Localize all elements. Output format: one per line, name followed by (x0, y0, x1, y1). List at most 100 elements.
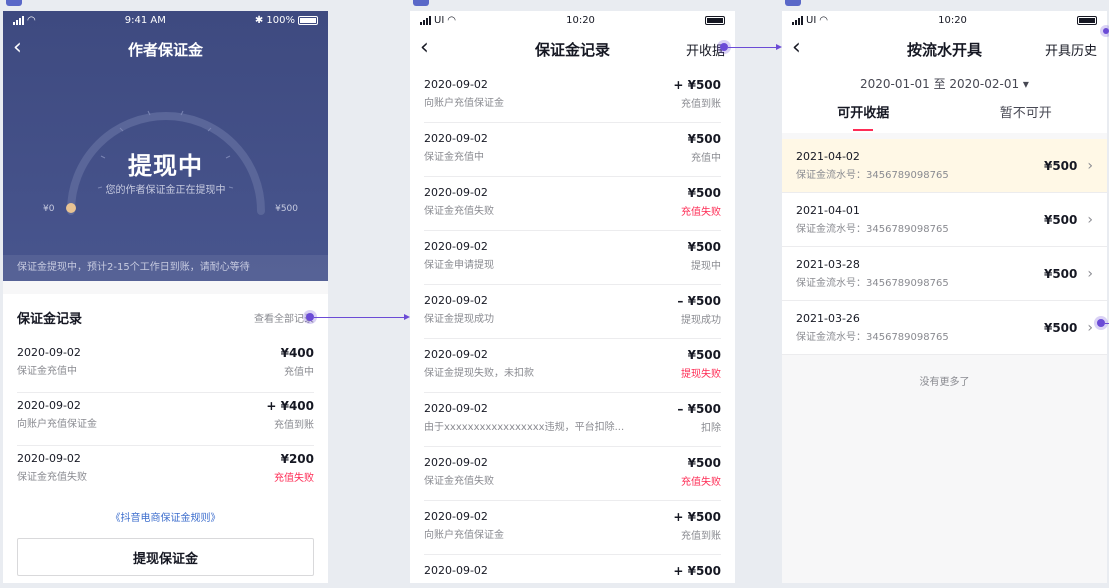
record-row[interactable]: 2020-09-02 保证金充值中 ¥500 充值中 (424, 123, 721, 177)
record-row[interactable]: 2020-09-02 由于xxxxxxxxxxxxxxxxx违规，平台扣除... –… (424, 393, 721, 447)
transaction-amount: ¥500 (1043, 158, 1078, 173)
battery-icon (1077, 15, 1097, 25)
record-desc: 保证金提现失败，未扣款 (424, 368, 534, 379)
gauge-knob (66, 203, 76, 213)
transaction-date: 2021-04-02 (796, 150, 860, 163)
record-status: 提现失败 (681, 369, 721, 380)
record-desc: 保证金充值失败 (424, 476, 494, 487)
transaction-row[interactable]: 2021-03-28 保证金流水号：3456789098765 ¥500 › (782, 247, 1107, 301)
artboard-marker (413, 0, 429, 6)
record-row[interactable]: 2020-09-02 保证金充值失败 ¥500 充值失败 (424, 447, 721, 501)
chevron-right-icon: › (1087, 265, 1093, 282)
record-amount: – ¥500 (677, 402, 721, 416)
transaction-serial: 保证金流水号：3456789098765 (796, 224, 949, 235)
receipt-tabs: 可开收据 暂不可开 (782, 99, 1107, 133)
date-range-picker[interactable]: 2020-01-01 至 2020-02-01 ▾ (782, 69, 1107, 99)
back-icon[interactable]: ‹ (420, 35, 440, 61)
status-bar: UI ◠ 10:20 (410, 11, 735, 29)
transaction-list: 2021-04-02 保证金流水号：3456789098765 ¥500 › 2021-… (782, 139, 1107, 355)
gauge-min-label: ¥0 (43, 204, 55, 214)
record-date: 2020-09-02 (424, 348, 488, 361)
record-amount: + ¥500 (673, 564, 721, 578)
back-icon[interactable]: ‹ (792, 35, 812, 61)
record-row[interactable]: 2020-09-02 保证金充值中 ¥400 充值中 (17, 340, 314, 393)
record-desc: 向账户充值保证金 (424, 98, 504, 109)
transaction-serial: 保证金流水号：3456789098765 (796, 278, 949, 289)
carrier-name: UI (434, 14, 445, 26)
connector-dot (1103, 28, 1109, 34)
wifi-icon: ◠ (447, 14, 457, 26)
transaction-date: 2021-03-26 (796, 312, 860, 325)
record-date: 2020-09-02 (424, 402, 488, 415)
record-row[interactable]: 2020-09-02 保证金充值失败 ¥200 充值失败 (17, 446, 314, 499)
status-bar: ◠ 9:41 AM ✱ 100% (3, 11, 328, 29)
view-all-records-link[interactable]: 查看全部记录 (254, 310, 314, 325)
record-date: 2020-09-02 (424, 132, 488, 145)
issue-history-button[interactable]: 开具历史 (1045, 40, 1097, 59)
issue-receipt-button[interactable]: 开收据 (686, 40, 725, 59)
transaction-serial: 保证金流水号：3456789098765 (796, 170, 949, 181)
transaction-date: 2021-04-01 (796, 204, 860, 217)
artboard-marker (6, 0, 22, 6)
record-amount: + ¥500 (673, 510, 721, 524)
gauge-max-label: ¥500 (275, 204, 298, 214)
artboard-marker (785, 0, 801, 6)
wifi-icon: ◠ (27, 14, 36, 26)
record-date: 2020-09-02 (424, 78, 488, 91)
tab-unavailable[interactable]: 暂不可开 (945, 99, 1108, 133)
record-row[interactable]: 2020-09-02 向账户充值保证金 + ¥500 充值到账 (424, 501, 721, 555)
record-status: 提现中 (691, 261, 721, 272)
record-date: 2020-09-02 (424, 510, 488, 523)
wifi-icon: ◠ (819, 14, 829, 26)
record-status: 充值中 (691, 153, 721, 164)
transaction-amount: ¥500 (1043, 212, 1078, 227)
tab-available[interactable]: 可开收据 (782, 99, 945, 133)
record-amount: ¥500 (687, 240, 721, 254)
transaction-row[interactable]: 2021-04-02 保证金流水号：3456789098765 ¥500 › (782, 139, 1107, 193)
records-list: 2020-09-02 向账户充值保证金 + ¥500 充值到账 2020-09-02 保证… (410, 69, 735, 583)
record-date: 2020-09-02 (424, 186, 488, 199)
record-row[interactable]: 2020-09-02 保证金充值失败 ¥500 充值失败 (424, 177, 721, 231)
records-title: 保证金记录 (17, 311, 83, 327)
deposit-rules-link[interactable]: 《抖音电商保证金规则》 (17, 509, 314, 524)
gauge-subtitle: 您的作者保证金正在提现中 (105, 185, 226, 196)
signal-icon (13, 15, 24, 25)
record-status: 充值到账 (681, 531, 721, 542)
signal-icon (792, 15, 803, 25)
record-row[interactable]: 2020-09-02 保证金申请提现 ¥500 提现中 (424, 231, 721, 285)
record-desc: 保证金申请提现 (424, 260, 494, 271)
record-row[interactable]: 2020-09-02 + ¥500 (424, 555, 721, 583)
connector-arrow (776, 44, 782, 50)
back-icon[interactable]: ‹ (13, 35, 33, 61)
records-card: 保证金记录 查看全部记录 2020-09-02 保证金充值中 ¥400 充值中 20… (3, 294, 328, 583)
gauge-status: 提现中 (128, 152, 203, 180)
connector-line (728, 47, 776, 48)
transaction-date: 2021-03-28 (796, 258, 860, 271)
battery-percent: ✱ 100% (254, 14, 295, 26)
withdraw-hero: ◠ 9:41 AM ✱ 100% ‹ 作者保证金 提现中 您的作者保证金正在提现… (3, 11, 328, 281)
battery-icon (298, 15, 318, 25)
transaction-amount: ¥500 (1043, 320, 1078, 335)
record-row[interactable]: 2020-09-02 向账户充值保证金 + ¥400 充值到账 (17, 393, 314, 446)
record-status: 充值失败 (681, 477, 721, 488)
record-row[interactable]: 2020-09-02 保证金提现成功 – ¥500 提现成功 (424, 285, 721, 339)
no-more-text: 没有更多了 (919, 377, 970, 388)
record-date: 2020-09-02 (424, 240, 488, 253)
transaction-row[interactable]: 2021-04-01 保证金流水号：3456789098765 ¥500 › (782, 193, 1107, 247)
transaction-row[interactable]: 2021-03-26 保证金流水号：3456789098765 ¥500 › (782, 301, 1107, 355)
connector-dot (720, 43, 728, 51)
record-desc: 向账户充值保证金 (424, 530, 504, 541)
record-date: 2020-09-02 (424, 564, 488, 577)
record-amount: + ¥500 (673, 78, 721, 92)
record-desc: 由于xxxxxxxxxxxxxxxxx违规，平台扣除... (424, 422, 625, 433)
chevron-right-icon: › (1087, 211, 1093, 228)
record-row[interactable]: 2020-09-02 向账户充值保证金 + ¥500 充值到账 (424, 69, 721, 123)
record-row[interactable]: 2020-09-02 保证金提现失败，未扣款 ¥500 提现失败 (424, 339, 721, 393)
records-header: 保证金记录 查看全部记录 (17, 294, 314, 340)
record-status: 充值失败 (681, 207, 721, 218)
connector-arrow (404, 314, 410, 320)
connector-line (314, 317, 404, 318)
signal-icon (420, 15, 431, 25)
record-amount: ¥500 (687, 132, 721, 146)
withdraw-deposit-button[interactable]: 提现保证金 (17, 538, 314, 576)
